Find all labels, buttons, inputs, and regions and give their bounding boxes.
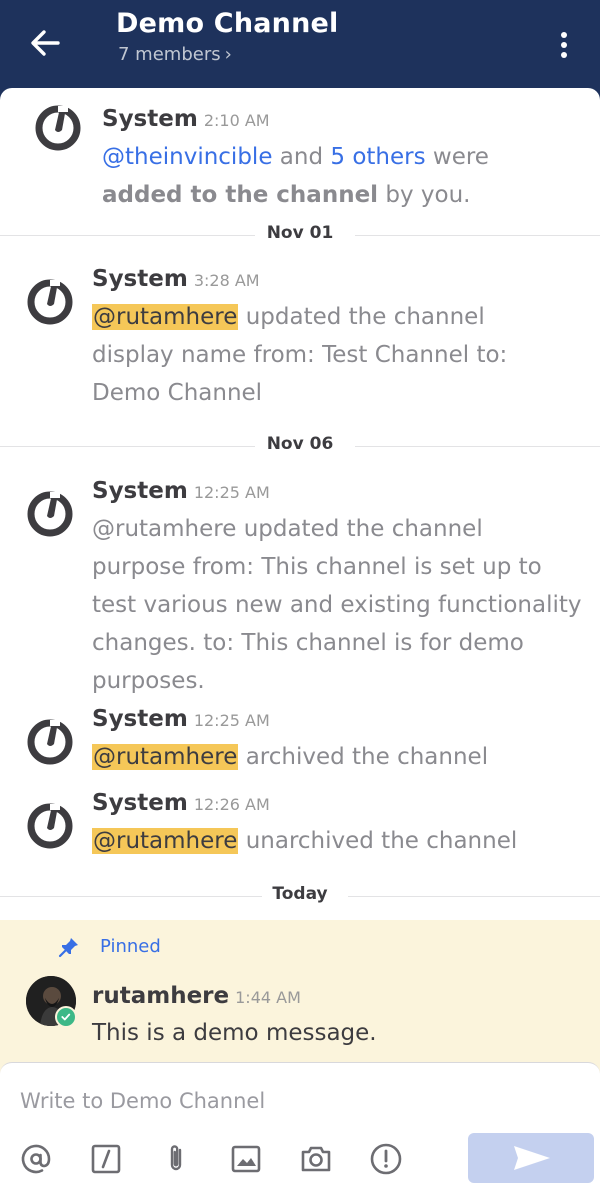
post-username[interactable]: rutamhere 1:44 AM bbox=[92, 983, 301, 1009]
system-post: System 3:28 AM @rutamhere updated the cha… bbox=[0, 258, 600, 418]
post-username[interactable]: System 3:28 AM bbox=[92, 266, 260, 292]
chevron-right-icon: › bbox=[224, 44, 232, 65]
date-separator: Nov 01 bbox=[0, 220, 600, 250]
system-post: System 12:25 AM @rutamhere archived the c… bbox=[0, 700, 600, 784]
system-avatar-icon bbox=[27, 491, 73, 537]
post-timestamp: 12:26 AM bbox=[193, 795, 270, 814]
post-timestamp: 2:10 AM bbox=[203, 111, 270, 130]
pinned-label: Pinned bbox=[100, 936, 161, 957]
message-list[interactable]: System 2:10 AM @theinvincible and 5 other… bbox=[0, 88, 600, 1195]
at-mention-icon[interactable] bbox=[18, 1141, 54, 1177]
channel-title[interactable]: Demo Channel bbox=[116, 8, 338, 39]
post-timestamp: 1:44 AM bbox=[235, 988, 301, 1007]
slash-command-icon[interactable] bbox=[88, 1141, 124, 1177]
post-timestamp: 3:28 AM bbox=[193, 271, 260, 290]
post-message: @rutamhere archived the channel bbox=[92, 744, 489, 770]
date-label: Nov 06 bbox=[266, 434, 334, 454]
pin-icon bbox=[58, 938, 78, 958]
camera-icon[interactable] bbox=[298, 1141, 334, 1177]
channel-header: Demo Channel 7 members › bbox=[0, 0, 600, 92]
system-avatar-icon bbox=[27, 719, 73, 765]
online-status-icon bbox=[55, 1006, 77, 1028]
system-post: System 12:26 AM @rutamhere unarchived the… bbox=[0, 784, 600, 874]
post-username[interactable]: System 2:10 AM bbox=[102, 106, 270, 132]
post-username[interactable]: System 12:25 AM bbox=[92, 478, 270, 504]
mention-link[interactable]: @theinvincible bbox=[102, 144, 272, 170]
system-avatar-icon bbox=[35, 105, 81, 151]
date-separator: Today bbox=[0, 881, 600, 911]
message-composer bbox=[0, 1062, 600, 1195]
post-timestamp: 12:25 AM bbox=[193, 483, 270, 502]
post-message: @rutamhere unarchived the channel bbox=[92, 828, 518, 854]
members-link[interactable]: 7 members › bbox=[118, 44, 232, 65]
priority-icon[interactable] bbox=[368, 1141, 404, 1177]
post-message: @rutamhere updated the channel purpose f… bbox=[92, 516, 582, 694]
mention-highlight[interactable]: @rutamhere bbox=[92, 828, 239, 854]
date-separator: Nov 06 bbox=[0, 431, 600, 461]
system-post: System 12:25 AM @rutamhere updated the ch… bbox=[0, 470, 600, 700]
image-icon[interactable] bbox=[228, 1141, 264, 1177]
system-post: System 2:10 AM @theinvincible and 5 other… bbox=[0, 88, 600, 228]
mention-highlight[interactable]: @rutamhere bbox=[92, 304, 239, 330]
members-count: 7 members bbox=[118, 44, 221, 65]
send-button[interactable] bbox=[468, 1133, 594, 1183]
kebab-menu-icon[interactable] bbox=[552, 28, 576, 62]
post-message: @rutamhere updated the channel display n… bbox=[92, 304, 508, 406]
back-arrow-icon[interactable] bbox=[28, 26, 62, 60]
date-label: Today bbox=[272, 884, 328, 904]
others-link[interactable]: 5 others bbox=[330, 144, 425, 170]
post-message: This is a demo message. bbox=[92, 1020, 377, 1046]
post-username[interactable]: System 12:25 AM bbox=[92, 706, 270, 732]
mention-highlight[interactable]: @rutamhere bbox=[92, 744, 239, 770]
post-timestamp: 12:25 AM bbox=[193, 711, 270, 730]
post-username[interactable]: System 12:26 AM bbox=[92, 790, 270, 816]
post-message: @theinvincible and 5 others were added t… bbox=[102, 144, 489, 208]
system-avatar-icon bbox=[27, 803, 73, 849]
send-icon bbox=[514, 1146, 550, 1170]
attachment-icon[interactable] bbox=[158, 1141, 194, 1177]
date-label: Nov 01 bbox=[266, 223, 334, 243]
message-input[interactable] bbox=[20, 1085, 580, 1117]
system-avatar-icon bbox=[27, 279, 73, 325]
